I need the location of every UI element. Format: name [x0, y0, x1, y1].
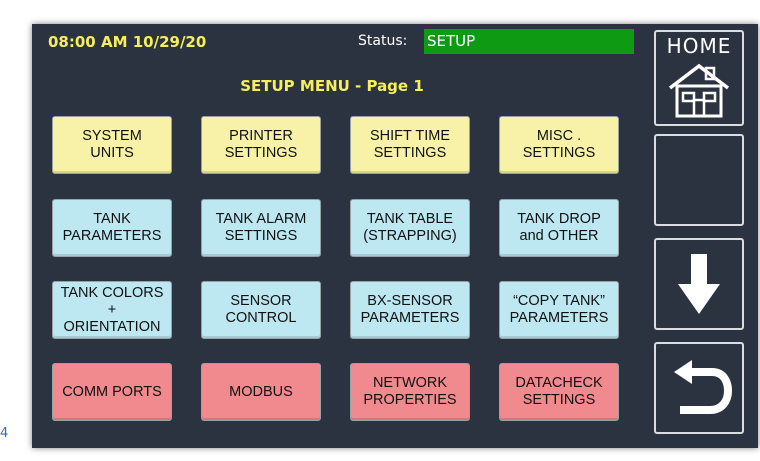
house-icon [668, 63, 730, 118]
home-button[interactable]: HOME [654, 30, 744, 126]
status-badge: SETUP [424, 29, 634, 54]
arrow-down-icon [678, 254, 720, 314]
tank-drop-other-button[interactable]: TANK DROP and OTHER [499, 199, 619, 257]
back-button[interactable] [654, 342, 744, 434]
tank-alarm-settings-button[interactable]: TANK ALARM SETTINGS [201, 199, 321, 257]
modbus-button[interactable]: MODBUS [201, 363, 321, 421]
bx-sensor-parameters-button[interactable]: BX-SENSOR PARAMETERS [350, 281, 470, 339]
status-label: Status: [358, 33, 408, 49]
copy-tank-parameters-button[interactable]: “COPY TANK” PARAMETERS [499, 281, 619, 339]
datacheck-settings-button[interactable]: DATACHECK SETTINGS [499, 363, 619, 421]
sensor-control-button[interactable]: SENSOR CONTROL [201, 281, 321, 339]
home-label: HOME [666, 34, 732, 58]
page-down-button[interactable] [654, 238, 744, 330]
tank-colors-orientation-button[interactable]: TANK COLORS + ORIENTATION [52, 281, 172, 339]
shift-time-settings-button[interactable]: SHIFT TIME SETTINGS [350, 116, 470, 174]
comm-ports-button[interactable]: COMM PORTS [52, 363, 172, 421]
tank-table-strapping-button[interactable]: TANK TABLE (STRAPPING) [350, 199, 470, 257]
system-units-button[interactable]: SYSTEM UNITS [52, 116, 172, 174]
return-arrow-icon [674, 360, 732, 414]
misc-settings-button[interactable]: MISC . SETTINGS [499, 116, 619, 174]
printer-settings-button[interactable]: PRINTER SETTINGS [201, 116, 321, 174]
network-properties-button[interactable]: NETWORK PROPERTIES [350, 363, 470, 421]
edge-fragment-text: 4 [0, 426, 9, 441]
setup-screen: 08:00 AM 10/29/20 Status: SETUP SETUP ME… [32, 24, 758, 448]
tank-parameters-button[interactable]: TANK PARAMETERS [52, 199, 172, 257]
blank-side-button[interactable] [654, 134, 744, 226]
page-title: SETUP MENU - Page 1 [240, 77, 424, 95]
datetime-display: 08:00 AM 10/29/20 [48, 33, 207, 51]
